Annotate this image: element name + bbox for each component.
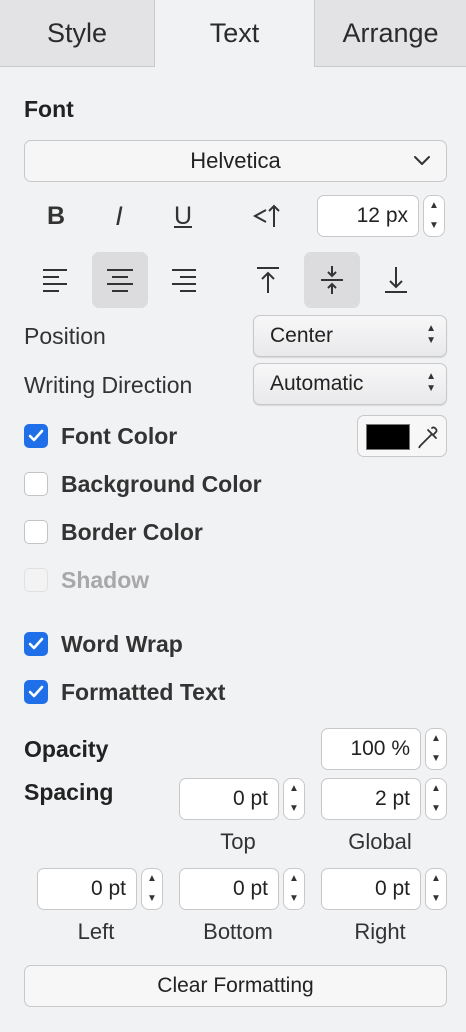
font-heading: Font — [24, 96, 74, 122]
align-middle-icon — [321, 266, 343, 294]
spacing-top-input[interactable]: 0 pt — [179, 778, 279, 820]
spacing-right-input[interactable]: 0 pt — [321, 868, 421, 910]
clear-formatting-button[interactable]: Clear Formatting — [24, 965, 447, 1007]
spacing-left-label: Left — [77, 919, 115, 944]
tab-arrange[interactable]: Arrange — [314, 0, 466, 67]
align-top-icon — [257, 267, 279, 293]
background-color-checkbox[interactable] — [24, 472, 48, 496]
writing-direction-select[interactable]: Automatic ▲ ▼ — [253, 363, 447, 405]
spacing-label: Spacing — [24, 779, 114, 805]
spacing-bottom-stepper[interactable]: ▲ ▼ — [283, 868, 305, 910]
spacing-left-stepper[interactable]: ▲ ▼ — [141, 868, 163, 910]
background-color-label: Background Color — [61, 471, 262, 497]
spacing-bottom-label: Bottom — [203, 919, 273, 944]
spacing-right-stepper[interactable]: ▲ ▼ — [425, 868, 447, 910]
align-center-button[interactable] — [92, 252, 148, 308]
font-color-label: Font Color — [61, 423, 178, 449]
shadow-checkbox — [24, 568, 48, 592]
spacing-bottom-input[interactable]: 0 pt — [179, 868, 279, 910]
writing-direction-value: Automatic — [270, 372, 364, 395]
spacing-right-label: Right — [354, 919, 406, 944]
updown-chevron-icon: ▲ ▼ — [426, 323, 436, 346]
stepper-up-icon: ▲ — [431, 873, 441, 884]
opacity-stepper[interactable]: ▲ ▼ — [425, 728, 447, 770]
align-bottom-icon — [385, 267, 407, 293]
tab-text[interactable]: Text — [155, 0, 314, 67]
spacing-top-label: Top — [220, 829, 256, 854]
align-center-icon — [107, 269, 133, 292]
position-select[interactable]: Center ▲ ▼ — [253, 315, 447, 357]
spacing-global-input[interactable]: 2 pt — [321, 778, 421, 820]
stepper-down-icon: ▼ — [289, 803, 299, 814]
stepper-up-icon: ▲ — [431, 733, 441, 744]
stepper-down-icon: ▼ — [431, 803, 441, 814]
stepper-down-icon: ▼ — [289, 893, 299, 904]
stepper-up-icon: ▲ — [289, 783, 299, 794]
checkmark-icon — [28, 685, 44, 698]
eyedropper-icon[interactable] — [416, 424, 440, 450]
tab-style[interactable]: Style — [0, 0, 155, 67]
stepper-down-icon: ▼ — [431, 893, 441, 904]
spacing-top-stepper[interactable]: ▲ ▼ — [283, 778, 305, 820]
stepper-up-icon: ▲ — [431, 783, 441, 794]
chevron-down-icon — [414, 156, 430, 165]
font-color-picker[interactable] — [357, 415, 447, 457]
position-label: Position — [24, 323, 106, 349]
stepper-down-icon: ▼ — [147, 893, 157, 904]
align-right-button[interactable] — [155, 252, 211, 308]
formatted-text-checkbox[interactable] — [24, 680, 48, 704]
text-direction-button[interactable] — [240, 188, 296, 244]
stepper-up-icon: ▲ — [147, 873, 157, 884]
font-family-value: Helvetica — [190, 148, 281, 173]
font-size-stepper[interactable]: ▲ ▼ — [423, 195, 445, 237]
opacity-input[interactable]: 100 % — [321, 728, 421, 770]
spacing-global-stepper[interactable]: ▲ ▼ — [425, 778, 447, 820]
font-color-checkbox[interactable] — [24, 424, 48, 448]
color-swatch[interactable] — [366, 424, 410, 450]
text-direction-icon — [252, 204, 280, 227]
opacity-label: Opacity — [24, 736, 109, 762]
word-wrap-label: Word Wrap — [61, 631, 183, 657]
underline-button[interactable]: U — [155, 188, 211, 244]
updown-chevron-icon: ▲ ▼ — [426, 371, 436, 394]
border-color-checkbox[interactable] — [24, 520, 48, 544]
spacing-global-label: Global — [348, 829, 412, 854]
tab-bar: Style Text Arrange — [0, 0, 466, 67]
checkmark-icon — [28, 637, 44, 650]
align-right-icon — [172, 269, 196, 292]
align-left-icon — [43, 269, 67, 292]
spacing-left-input[interactable]: 0 pt — [37, 868, 137, 910]
border-color-label: Border Color — [61, 519, 203, 545]
stepper-down-icon: ▼ — [429, 220, 439, 231]
font-family-select[interactable]: Helvetica — [24, 140, 447, 182]
stepper-up-icon: ▲ — [429, 200, 439, 211]
position-value: Center — [270, 324, 334, 347]
checkmark-icon — [28, 429, 44, 442]
formatted-text-label: Formatted Text — [61, 679, 226, 705]
align-bottom-button[interactable] — [368, 252, 424, 308]
font-size-input[interactable]: 12 px — [317, 195, 419, 237]
align-left-button[interactable] — [28, 252, 84, 308]
shadow-label: Shadow — [61, 567, 150, 593]
bold-button[interactable]: B — [28, 188, 84, 244]
stepper-up-icon: ▲ — [289, 873, 299, 884]
word-wrap-checkbox[interactable] — [24, 632, 48, 656]
stepper-down-icon: ▼ — [431, 753, 441, 764]
italic-button[interactable]: I — [91, 188, 147, 244]
align-top-button[interactable] — [240, 252, 296, 308]
align-middle-button[interactable] — [304, 252, 360, 308]
writing-direction-label: Writing Direction — [24, 372, 193, 398]
